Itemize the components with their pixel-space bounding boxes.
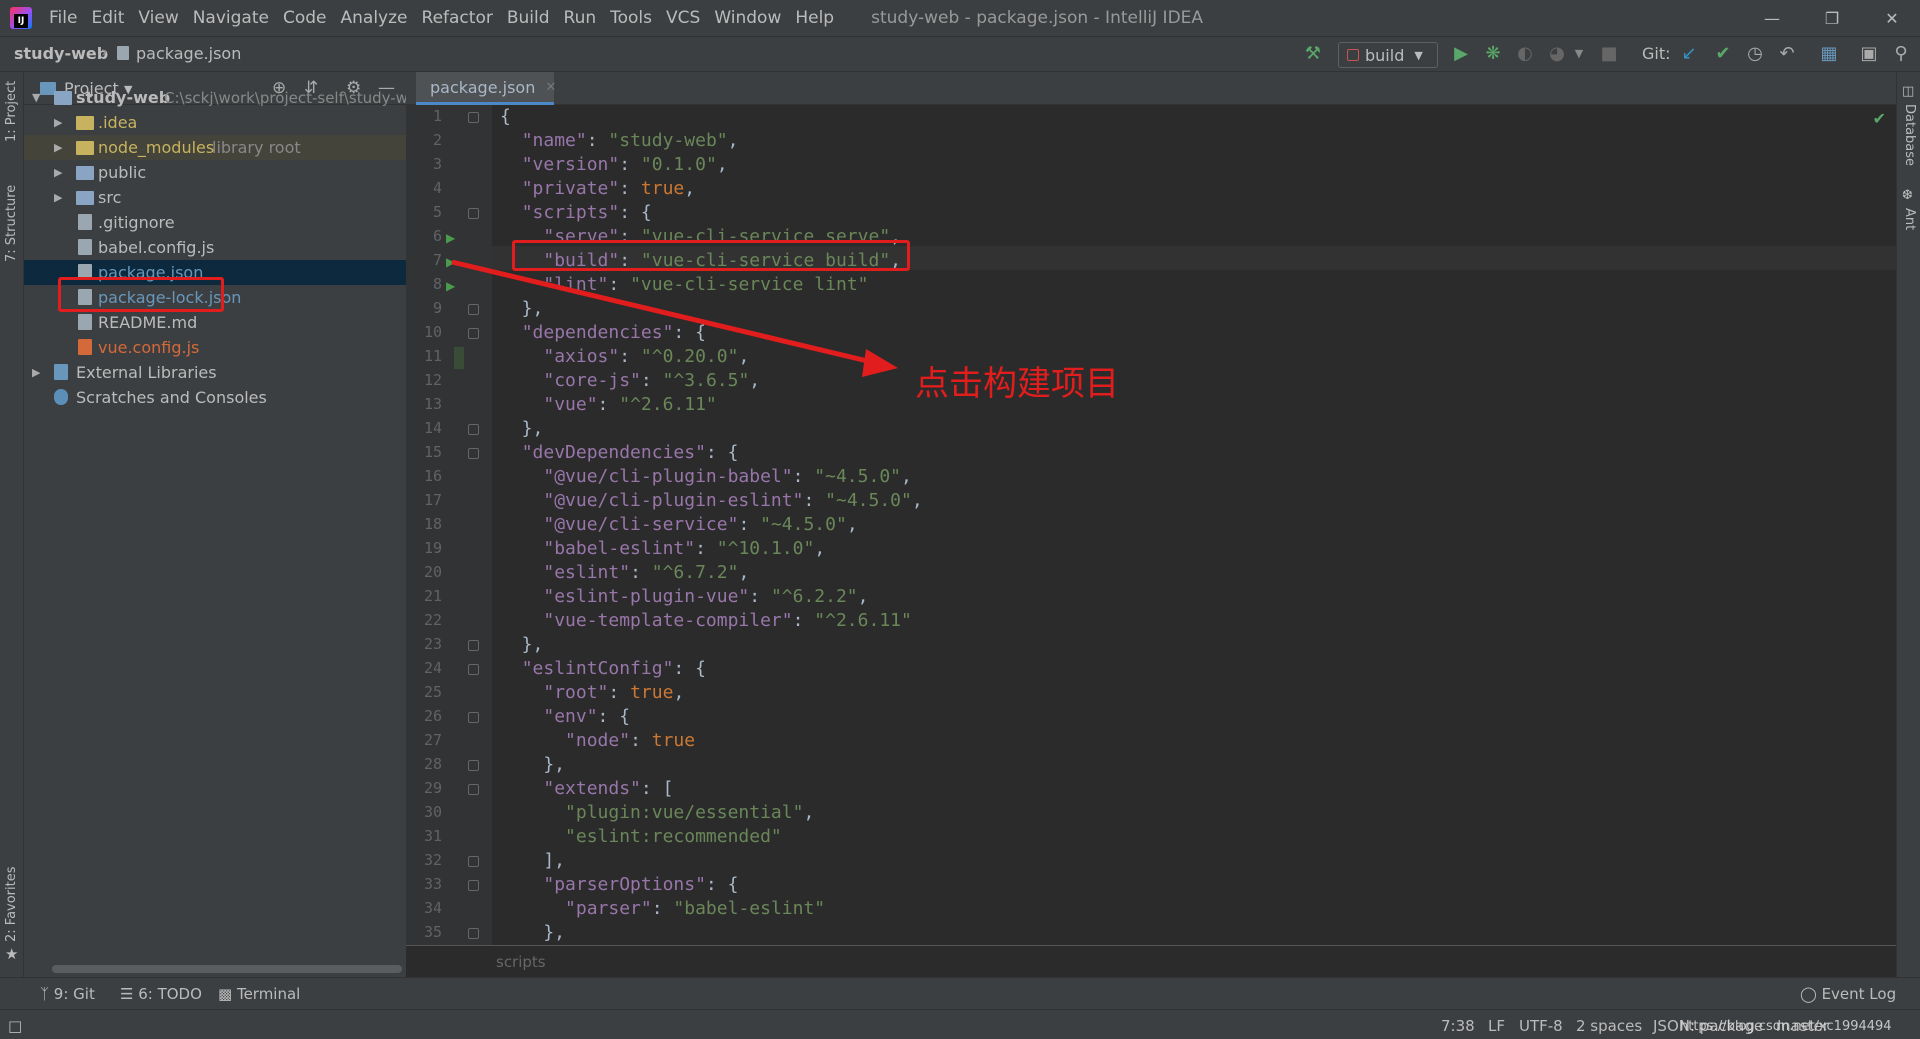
ide-window: IJ File Edit View Navigate Code Analyze Refact… <box>0 0 1920 1039</box>
annotation-text: 点击构建项目 <box>915 364 1119 404</box>
annotation-arrow <box>451 259 898 377</box>
